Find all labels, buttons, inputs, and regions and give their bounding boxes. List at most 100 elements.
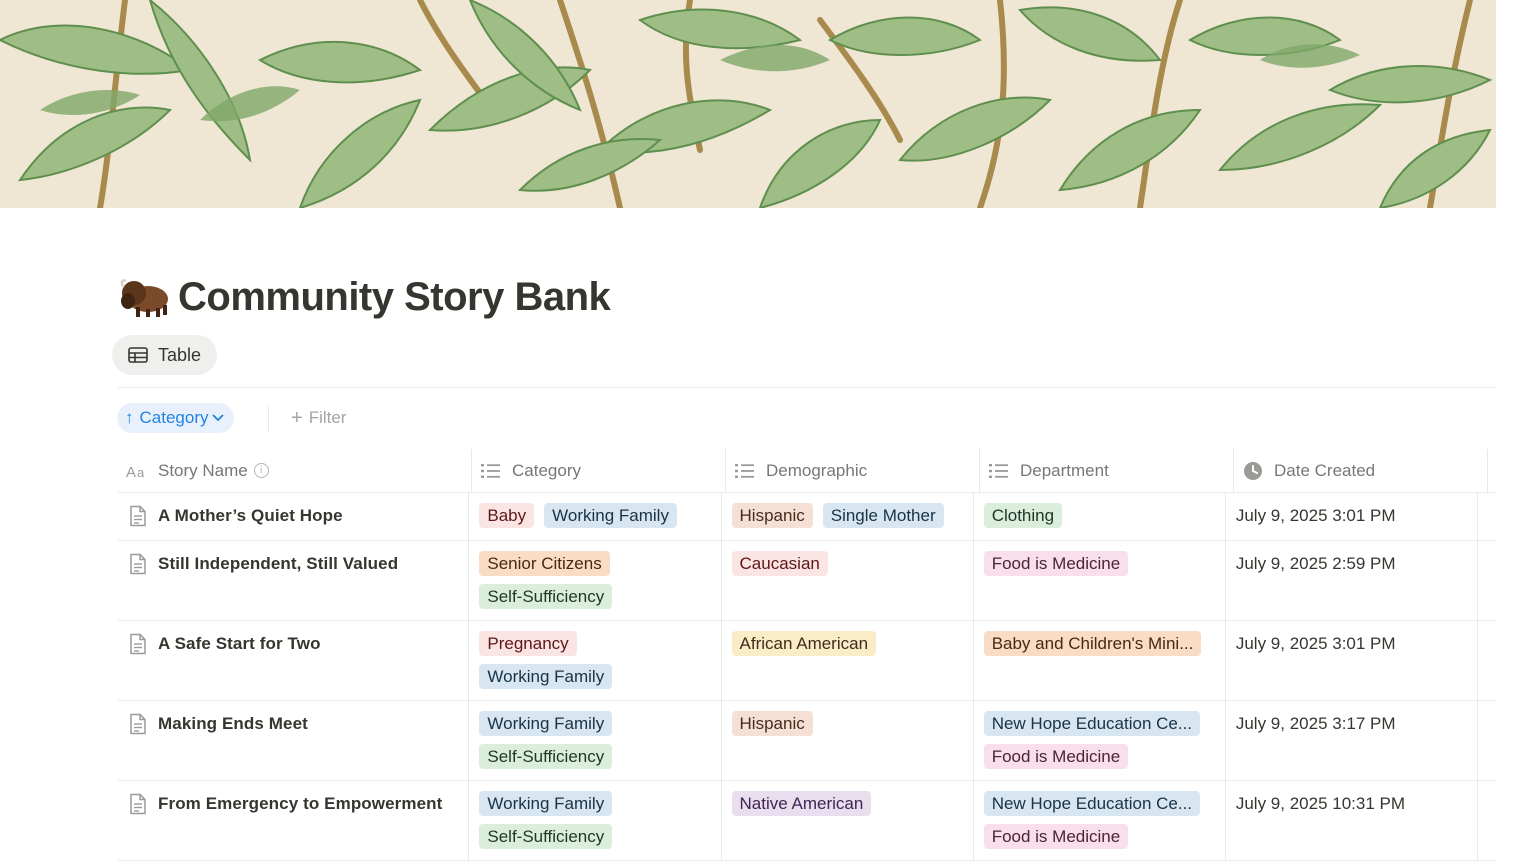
- tag-list: Hispanic Single Mother: [731, 503, 965, 528]
- tag: Caucasian: [731, 551, 828, 576]
- page-icon: [130, 793, 146, 815]
- tag: Working Family: [479, 791, 613, 816]
- date-created: July 9, 2025 10:31 PM: [1235, 794, 1406, 813]
- cell-extra: [1478, 621, 1496, 700]
- leaf-pattern-illustration: [0, 0, 1496, 208]
- table-icon: [128, 347, 148, 363]
- date-created: July 9, 2025 3:17 PM: [1235, 714, 1396, 733]
- tag: Food is Medicine: [983, 824, 1129, 849]
- table-row[interactable]: Still Independent, Still Valued Senior Ci…: [118, 541, 1496, 621]
- cell-story-name[interactable]: Making Ends Meet: [118, 701, 470, 780]
- page-icon: [130, 505, 146, 527]
- cell-department[interactable]: Food is Medicine: [974, 541, 1226, 620]
- cell-story-name[interactable]: A Mother’s Quiet Hope: [118, 493, 470, 540]
- cell-category[interactable]: Pregnancy Working Family: [469, 621, 722, 700]
- cell-date-created[interactable]: July 9, 2025 10:31 PM: [1226, 781, 1478, 860]
- cell-category[interactable]: Working Family Self-Sufficiency: [469, 701, 722, 780]
- page-title[interactable]: Community Story Bank: [178, 275, 611, 320]
- story-name: A Safe Start for Two: [158, 634, 321, 653]
- list-property-icon: [988, 460, 1010, 482]
- tag-list: Working Family Self-Sufficiency: [479, 711, 712, 769]
- info-icon[interactable]: i: [253, 463, 269, 478]
- tag-list: New Hope Education Ce... Food is Medicine: [983, 711, 1217, 769]
- cell-category[interactable]: Working Family Self-Sufficiency: [469, 781, 722, 860]
- cell-demographic[interactable]: Native American: [722, 781, 974, 860]
- tag: Hispanic: [731, 711, 813, 736]
- clock-icon: [1242, 460, 1264, 482]
- column-header-demographic[interactable]: Demographic: [726, 449, 980, 492]
- cell-date-created[interactable]: July 9, 2025 3:01 PM: [1226, 621, 1478, 700]
- tag: Self-Sufficiency: [479, 584, 613, 609]
- cell-department[interactable]: New Hope Education Ce... Food is Medicine: [974, 781, 1226, 860]
- cell-story-name[interactable]: A Safe Start for Two: [118, 621, 470, 700]
- add-filter-button[interactable]: + Filter: [291, 403, 346, 433]
- page-header: Community Story Bank: [118, 272, 611, 322]
- tag: Single Mother: [822, 503, 944, 528]
- cell-department[interactable]: Clothing: [974, 493, 1226, 540]
- story-name: A Mother’s Quiet Hope: [158, 506, 343, 525]
- cell-demographic[interactable]: Hispanic Single Mother: [722, 493, 974, 540]
- table-row[interactable]: A Safe Start for Two Pregnancy Working Fam…: [118, 621, 1496, 701]
- cell-extra: [1478, 493, 1496, 540]
- tag: Hispanic: [731, 503, 813, 528]
- story-name: Making Ends Meet: [158, 714, 308, 733]
- tag: African American: [731, 631, 877, 656]
- tag: Pregnancy: [479, 631, 577, 656]
- cell-extra: [1478, 541, 1496, 620]
- tag: Native American: [731, 791, 872, 816]
- cell-demographic[interactable]: Hispanic: [722, 701, 974, 780]
- sort-chip-label: Category: [139, 408, 209, 427]
- tag-list: African American: [731, 631, 965, 656]
- tag: Baby: [479, 503, 535, 528]
- column-header-category[interactable]: Category: [472, 449, 726, 492]
- cell-story-name[interactable]: Still Independent, Still Valued: [118, 541, 470, 620]
- table-row[interactable]: From Emergency to Empowerment Working Fam…: [118, 781, 1496, 861]
- column-header-date-created[interactable]: Date Created: [1234, 449, 1488, 492]
- story-name: From Emergency to Empowerment: [158, 794, 443, 813]
- text-property-icon: Aa: [126, 460, 148, 482]
- story-name: Still Independent, Still Valued: [158, 554, 399, 573]
- page-icon: [130, 633, 146, 655]
- column-label: Department: [1020, 460, 1109, 480]
- tag-list: Caucasian: [731, 551, 965, 576]
- column-header-story-name[interactable]: Aa Story Name i: [118, 449, 472, 492]
- table-row[interactable]: A Mother’s Quiet Hope Baby Working Family H…: [118, 493, 1496, 541]
- tag: Working Family: [479, 711, 613, 736]
- tag-list: Senior Citizens Self-Sufficiency: [479, 551, 712, 609]
- tag: Working Family: [479, 664, 613, 689]
- cell-demographic[interactable]: Caucasian: [722, 541, 974, 620]
- bison-icon[interactable]: [118, 275, 170, 319]
- cell-department[interactable]: Baby and Children's Mini...: [974, 621, 1226, 700]
- tag: Self-Sufficiency: [479, 744, 613, 769]
- tag-list: Clothing: [983, 503, 1217, 528]
- cell-extra: [1478, 781, 1496, 860]
- cell-date-created[interactable]: July 9, 2025 3:01 PM: [1226, 493, 1478, 540]
- view-tab-label: Table: [158, 344, 202, 365]
- page-icon: [130, 553, 146, 575]
- arrow-up-icon: ↑: [125, 408, 134, 427]
- cell-date-created[interactable]: July 9, 2025 2:59 PM: [1226, 541, 1478, 620]
- cell-demographic[interactable]: African American: [722, 621, 974, 700]
- tag-list: Baby Working Family: [479, 503, 712, 528]
- cell-department[interactable]: New Hope Education Ce... Food is Medicine: [974, 701, 1226, 780]
- list-property-icon: [480, 460, 502, 482]
- toolbar-separator: [268, 406, 269, 432]
- cell-category[interactable]: Baby Working Family: [469, 493, 722, 540]
- tag-list: Food is Medicine: [983, 551, 1217, 576]
- cover-image: [0, 0, 1496, 208]
- svg-text:A: A: [126, 464, 136, 479]
- column-header-extra: [1488, 449, 1496, 492]
- page-icon: [130, 713, 146, 735]
- table-body: A Mother’s Quiet Hope Baby Working Family H…: [118, 493, 1496, 861]
- cell-story-name[interactable]: From Emergency to Empowerment: [118, 781, 470, 860]
- sort-chip[interactable]: ↑ Category: [117, 403, 235, 433]
- tag: Food is Medicine: [983, 551, 1129, 576]
- view-tab-table[interactable]: Table: [112, 335, 218, 375]
- column-header-department[interactable]: Department: [980, 449, 1234, 492]
- database-table: Aa Story Name i Category Demographic Dep…: [118, 449, 1496, 861]
- table-row[interactable]: Making Ends Meet Working Family Self-Suffi…: [118, 701, 1496, 781]
- tag: Food is Medicine: [983, 744, 1129, 769]
- cell-date-created[interactable]: July 9, 2025 3:17 PM: [1226, 701, 1478, 780]
- tag: Baby and Children's Mini...: [983, 631, 1202, 656]
- cell-category[interactable]: Senior Citizens Self-Sufficiency: [469, 541, 722, 620]
